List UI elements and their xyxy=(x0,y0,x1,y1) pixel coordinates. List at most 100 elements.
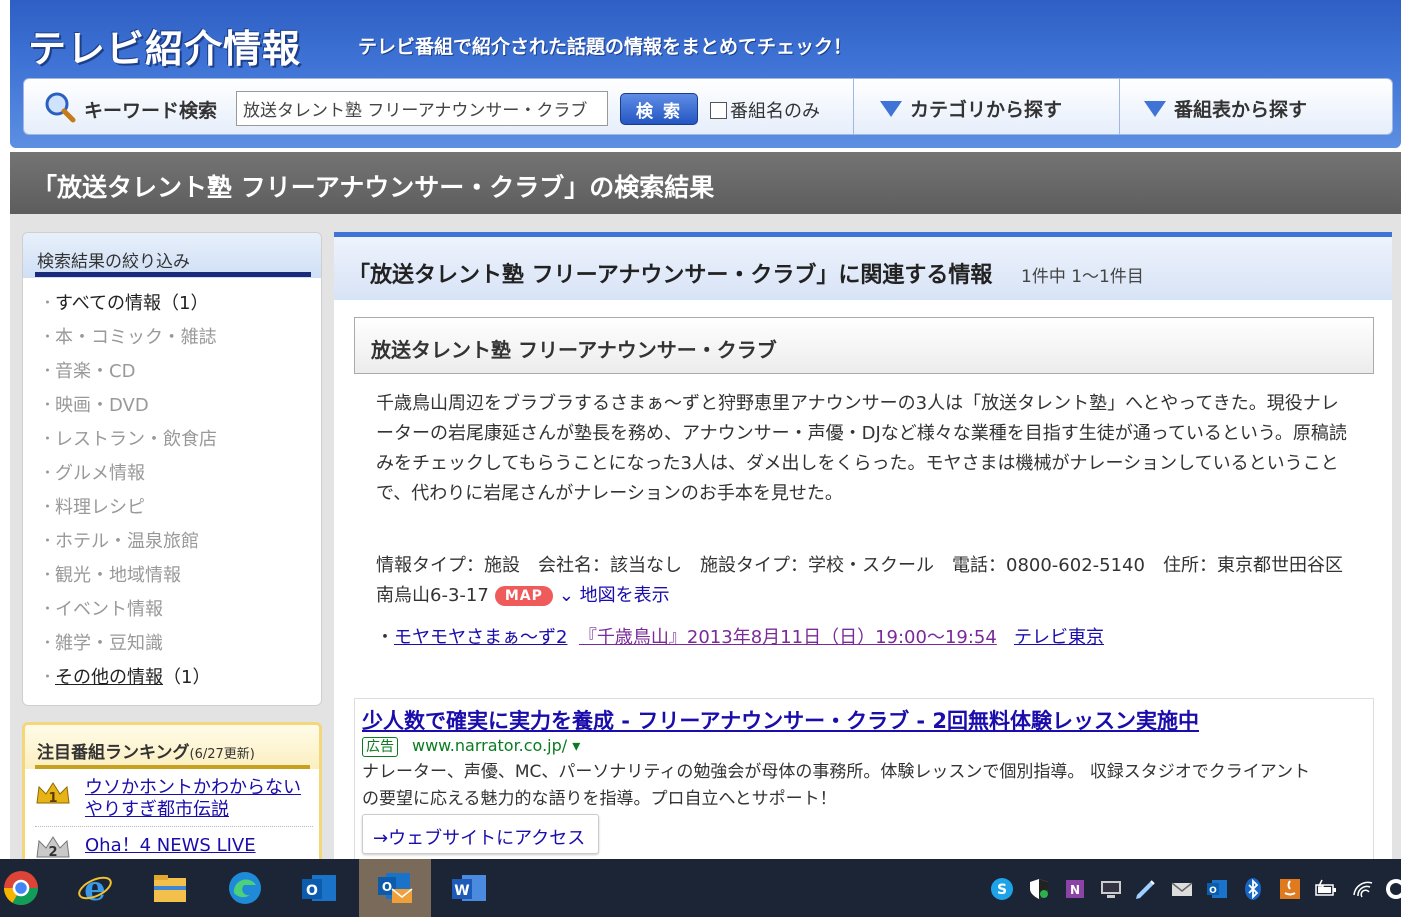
result-count: 1件中 1〜1件目 xyxy=(1021,267,1144,287)
security-icon[interactable] xyxy=(1027,877,1051,901)
schedule-nav-label: 番組表から探す xyxy=(1174,99,1308,121)
filter-item-label: 観光・地域情報 xyxy=(55,565,181,586)
filter-item-label: ホテル・温泉旅館 xyxy=(55,531,199,552)
pen-icon[interactable] xyxy=(1134,877,1158,901)
file-explorer-icon[interactable] xyxy=(151,869,189,907)
filter-item-books: ･本・コミック・雑誌 xyxy=(43,327,217,348)
filter-item-label: 雑学・豆知識 xyxy=(55,633,163,654)
filter-item-label: レストラン・飲食店 xyxy=(55,429,217,450)
filter-item-all: ･すべての情報（1） xyxy=(43,293,209,314)
search-label: キーワード検索 xyxy=(84,100,218,122)
site-tagline: テレビ番組で紹介された話題の情報をまとめてチェック！ xyxy=(358,36,853,58)
mail-icon[interactable] xyxy=(1170,877,1194,901)
filter-item-gourmet: ･グルメ情報 xyxy=(43,463,145,484)
edge-icon[interactable] xyxy=(226,869,264,907)
ad-badge: 広告 xyxy=(362,737,398,757)
crown-rank-2-icon: 2 xyxy=(36,836,70,860)
svg-text:e: e xyxy=(84,869,106,907)
chrome-icon[interactable] xyxy=(2,869,40,907)
ranking-panel: 注目番組ランキング(6/27更新) 1 ウソかホントかわからない やりすぎ都市伝… xyxy=(22,722,322,872)
filter-item-restaurants: ･レストラン・飲食店 xyxy=(43,429,217,450)
bluetooth-icon[interactable] xyxy=(1241,877,1265,901)
episode-channel-link[interactable]: テレビ東京 xyxy=(1014,627,1104,648)
search-input[interactable] xyxy=(236,91,608,126)
main-header: 「放送タレント塾 フリーアナウンサー・クラブ」に関連する情報 1件中 1〜1件目 xyxy=(334,237,1392,300)
internet-explorer-icon[interactable]: e xyxy=(76,869,114,907)
ranking-title: 注目番組ランキング(6/27更新) xyxy=(37,738,255,763)
windows-taskbar: e O O W S N O xyxy=(0,859,1401,917)
episode-program-link[interactable]: モヤモヤさまぁ〜ず2 xyxy=(394,627,567,648)
filter-item-tourism: ･観光・地域情報 xyxy=(43,565,181,586)
visit-website-label: ウェブサイトにアクセス xyxy=(388,828,586,849)
filter-item-other[interactable]: ･その他の情報（1） xyxy=(43,663,210,689)
ranking-title-text: 注目番組ランキング xyxy=(37,743,190,763)
main-panel: 「放送タレント塾 フリーアナウンサー・クラブ」に関連する情報 1件中 1〜1件目… xyxy=(334,232,1392,868)
filter-item-other-link[interactable]: その他の情報 xyxy=(55,667,163,688)
nav-separator xyxy=(1119,79,1120,134)
battery-icon[interactable] xyxy=(1314,877,1338,901)
svg-text:N: N xyxy=(1070,883,1080,897)
category-nav-button[interactable]: カテゴリから探す xyxy=(880,95,1062,122)
program-only-checkbox[interactable]: 番組名のみ xyxy=(710,97,820,123)
result-item-header: 放送タレント塾 フリーアナウンサー・クラブ xyxy=(354,317,1374,374)
filter-item-events: ･イベント情報 xyxy=(43,599,163,620)
filter-item-label: 本・コミック・雑誌 xyxy=(55,327,217,348)
outlook-mail-icon[interactable]: O xyxy=(376,869,414,907)
ranking-link[interactable]: ウソかホントかわからない やりすぎ都市伝説 xyxy=(85,777,315,821)
schedule-nav-button[interactable]: 番組表から探す xyxy=(1144,95,1307,122)
checkbox-box[interactable] xyxy=(710,101,727,119)
ad-url[interactable]: www.narrator.co.jp/ ▾ xyxy=(412,736,580,755)
filter-item-trivia: ･雑学・豆知識 xyxy=(43,633,163,654)
outlook-icon[interactable]: O xyxy=(300,869,338,907)
result-description: 千歳鳥山周辺をブラブラするさまぁ〜ずと狩野恵里アナウンサーの3人は「放送タレント… xyxy=(376,393,1347,504)
rank-number: 1 xyxy=(48,791,57,806)
site-logo[interactable]: テレビ紹介情報 xyxy=(28,18,301,73)
svg-text:S: S xyxy=(997,882,1007,898)
filter-item-music: ･音楽・CD xyxy=(43,361,136,382)
svg-text:O: O xyxy=(306,883,318,899)
svg-text:O: O xyxy=(1209,886,1217,896)
filter-item-label: イベント情報 xyxy=(55,599,163,620)
search-button[interactable]: 検 索 xyxy=(620,93,698,125)
network-display-icon[interactable] xyxy=(1099,877,1123,901)
crown-rank-1-icon: 1 xyxy=(36,782,70,806)
result-title-band: 「放送タレント塾 フリーアナウンサー・クラブ」の検索結果 xyxy=(10,152,1401,214)
ranking-link[interactable]: Oha！4 NEWS LIVE xyxy=(85,835,315,857)
triangle-down-icon xyxy=(880,100,902,117)
visit-website-button[interactable]: →ウェブサイトにアクセス xyxy=(362,814,599,854)
outlook-tray-icon[interactable]: O xyxy=(1205,877,1229,901)
result-item-title: 放送タレント塾 フリーアナウンサー・クラブ xyxy=(371,338,777,362)
filter-item-label: 料理レシピ xyxy=(55,497,145,518)
map-badge[interactable]: MAP xyxy=(494,586,553,606)
svg-text:W: W xyxy=(454,883,469,899)
wifi-icon[interactable] xyxy=(1351,877,1375,901)
show-map-label: 地図を表示 xyxy=(579,585,670,606)
edge-tray-icon[interactable] xyxy=(1384,877,1401,901)
ad-text: ナレーター、声優、MC、パーソナリティの勉強会が母体の事務所。体験レッスンで個別… xyxy=(362,762,1311,809)
ad-title-link[interactable]: 少人数で確実に実力を養成 - フリーアナウンサー・クラブ - 2回無料体験レッス… xyxy=(362,705,1199,735)
result-info: 情報タイプ：施設 会社名：該当なし 施設タイプ：学校・スクール 電話：0800-… xyxy=(376,551,1354,611)
search-bar: キーワード検索 検 索 番組名のみ カテゴリから探す 番組表から探す xyxy=(23,78,1393,135)
filter-item-count: （1） xyxy=(163,667,211,688)
ranking-divider xyxy=(35,765,310,769)
filter-item-label: 音楽・CD xyxy=(55,361,136,382)
episode-title-link[interactable]: 『千歳鳥山』2013年8月11日（日）19:00〜19:54 xyxy=(579,627,997,648)
filter-item-hotels: ･ホテル・温泉旅館 xyxy=(43,531,199,552)
main-title: 「放送タレント塾 フリーアナウンサー・クラブ」に関連する情報 xyxy=(348,263,993,288)
filter-divider xyxy=(35,272,311,277)
filter-panel: 検索結果の絞り込み ･すべての情報（1） ･本・コミック・雑誌 ･音楽・CD ･… xyxy=(22,232,322,706)
skype-icon[interactable]: S xyxy=(990,877,1014,901)
program-only-label: 番組名のみ xyxy=(730,101,820,122)
word-icon[interactable]: W xyxy=(450,869,488,907)
java-icon[interactable] xyxy=(1278,877,1302,901)
filter-header: 検索結果の絞り込み xyxy=(23,233,321,278)
ranking-updated: (6/27更新) xyxy=(189,747,255,762)
episode-row: ・モヤモヤさまぁ〜ず2 『千歳鳥山』2013年8月11日（日）19:00〜19:… xyxy=(376,623,1104,649)
show-map-link[interactable]: ⌄ 地図を表示 xyxy=(559,585,670,606)
site-header: テレビ紹介情報 テレビ番組で紹介された話題の情報をまとめてチェック！ キーワード… xyxy=(10,0,1401,148)
page-title: 「放送タレント塾 フリーアナウンサー・クラブ」の検索結果 xyxy=(32,173,715,202)
onenote-icon[interactable]: N xyxy=(1064,877,1088,901)
filter-item-label: すべての情報（1） xyxy=(55,293,209,314)
filter-item-movies: ･映画・DVD xyxy=(43,395,149,416)
filter-item-label: グルメ情報 xyxy=(55,463,145,484)
